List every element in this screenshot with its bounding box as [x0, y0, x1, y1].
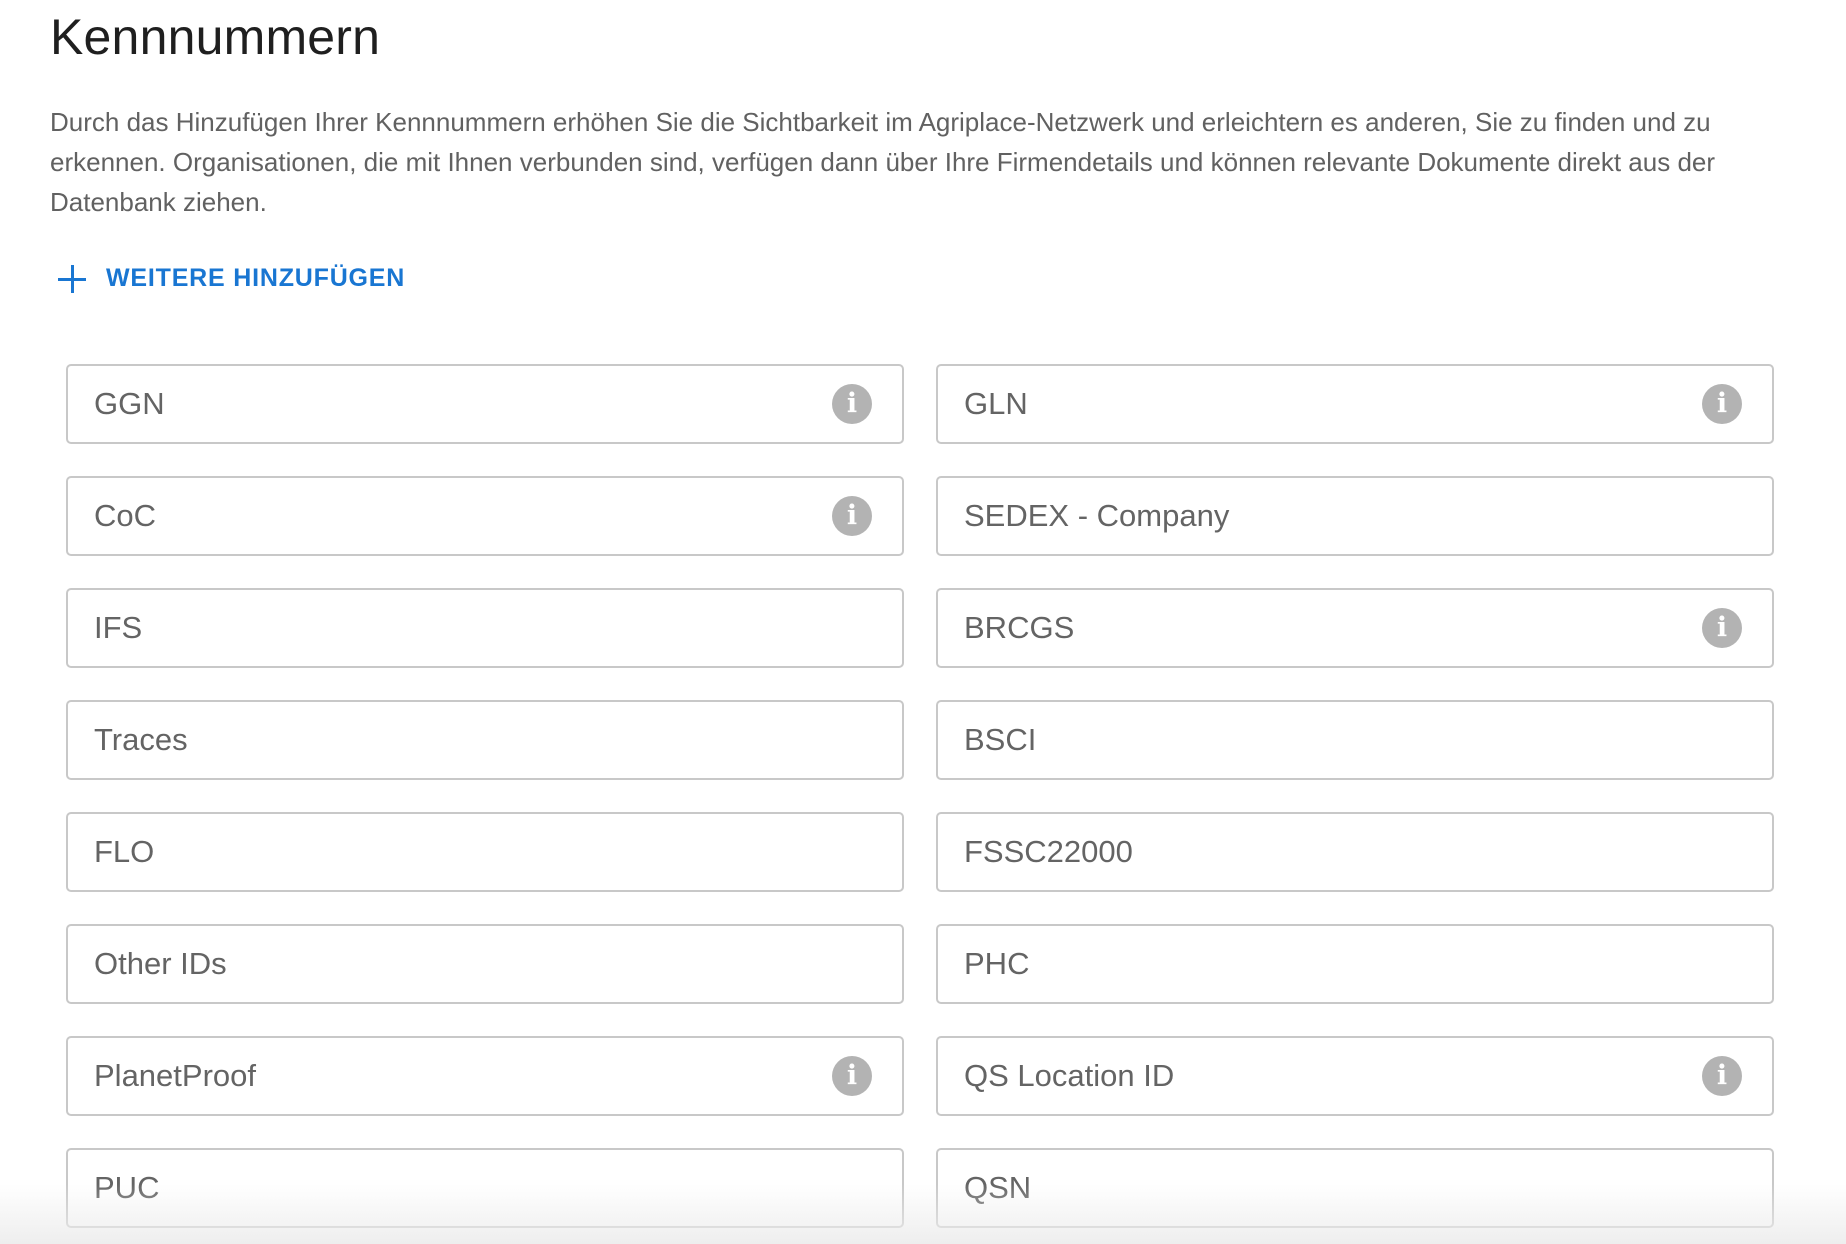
other-ids-input[interactable] — [68, 926, 902, 1002]
field-traces[interactable] — [66, 700, 904, 780]
page-description: Durch das Hinzufügen Ihrer Kennnummern e… — [50, 107, 1716, 217]
fssc22000-input[interactable] — [938, 814, 1772, 890]
ifs-input[interactable] — [68, 590, 902, 666]
field-sedex-company[interactable] — [936, 476, 1774, 556]
info-icon[interactable]: i — [832, 384, 872, 424]
field-phc[interactable] — [936, 924, 1774, 1004]
field-coc[interactable]: i — [66, 476, 904, 556]
identification-numbers-page: Kennnummern Durch das Hinzufügen Ihrer K… — [0, 0, 1846, 1244]
puc-input[interactable] — [68, 1150, 902, 1226]
add-more-label: WEITERE HINZUFÜGEN — [106, 264, 406, 292]
field-planetproof[interactable]: i — [66, 1036, 904, 1116]
field-ifs[interactable] — [66, 588, 904, 668]
info-icon[interactable]: i — [1702, 1056, 1742, 1096]
brcgs-input[interactable] — [938, 590, 1772, 666]
field-qs-location-id[interactable]: i — [936, 1036, 1774, 1116]
field-fssc22000[interactable] — [936, 812, 1774, 892]
flo-input[interactable] — [68, 814, 902, 890]
phc-input[interactable] — [938, 926, 1772, 1002]
bsci-input[interactable] — [938, 702, 1772, 778]
gln-input[interactable] — [938, 366, 1772, 442]
ggn-input[interactable] — [68, 366, 902, 442]
field-other-ids[interactable] — [66, 924, 904, 1004]
sedex-company-input[interactable] — [938, 478, 1772, 554]
qs-location-id-input[interactable] — [938, 1038, 1772, 1114]
info-icon[interactable]: i — [1702, 384, 1742, 424]
traces-input[interactable] — [68, 702, 902, 778]
info-icon[interactable]: i — [1702, 608, 1742, 648]
field-ggn[interactable]: i — [66, 364, 904, 444]
field-bsci[interactable] — [936, 700, 1774, 780]
info-icon[interactable]: i — [832, 1056, 872, 1096]
field-gln[interactable]: i — [936, 364, 1774, 444]
field-qsn[interactable] — [936, 1148, 1774, 1228]
info-icon[interactable]: i — [832, 496, 872, 536]
page-title: Kennnummern — [50, 9, 381, 65]
field-brcgs[interactable]: i — [936, 588, 1774, 668]
qsn-input[interactable] — [938, 1150, 1772, 1226]
plus-icon — [58, 264, 86, 293]
identifier-fields-grid: i i i i i i — [66, 364, 1774, 1228]
planetproof-input[interactable] — [68, 1038, 902, 1114]
field-puc[interactable] — [66, 1148, 904, 1228]
field-flo[interactable] — [66, 812, 904, 892]
add-more-button[interactable]: WEITERE HINZUFÜGEN — [58, 264, 405, 293]
coc-input[interactable] — [68, 478, 902, 554]
